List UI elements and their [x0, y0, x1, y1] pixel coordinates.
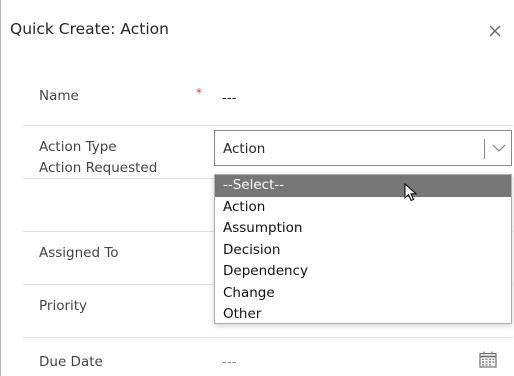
- priority-label: Priority: [39, 298, 88, 314]
- option-select[interactable]: --Select--: [215, 175, 511, 197]
- action-type-dropdown-list: --Select-- Action Assumption Decision De…: [214, 174, 512, 324]
- due-date-label: Due Date: [39, 354, 103, 370]
- name-field[interactable]: ---: [222, 90, 237, 106]
- divider: [23, 337, 513, 338]
- close-icon[interactable]: [488, 24, 502, 38]
- name-label: Name: [39, 88, 79, 104]
- action-type-selected-value: Action: [223, 141, 266, 157]
- quick-create-dialog: Quick Create: Action Name * --- Action T…: [0, 0, 514, 376]
- option-other[interactable]: Other: [215, 304, 511, 326]
- action-type-label: Action Type: [39, 139, 117, 155]
- option-change[interactable]: Change: [215, 283, 511, 305]
- required-marker: *: [196, 86, 202, 100]
- option-dependency[interactable]: Dependency: [215, 261, 511, 283]
- due-date-field[interactable]: ---: [222, 354, 237, 370]
- chevron-down-icon[interactable]: [492, 143, 506, 153]
- option-decision[interactable]: Decision: [215, 240, 511, 262]
- calendar-icon[interactable]: [479, 351, 497, 368]
- mouse-cursor-icon: [404, 183, 418, 202]
- dialog-title: Quick Create: Action: [10, 20, 169, 38]
- action-type-select[interactable]: Action: [214, 130, 512, 166]
- option-action[interactable]: Action: [215, 197, 511, 219]
- action-requested-label: Action Requested: [39, 160, 158, 176]
- divider: [23, 125, 513, 126]
- select-separator: [484, 139, 485, 159]
- assigned-to-label: Assigned To: [39, 245, 119, 261]
- option-assumption[interactable]: Assumption: [215, 218, 511, 240]
